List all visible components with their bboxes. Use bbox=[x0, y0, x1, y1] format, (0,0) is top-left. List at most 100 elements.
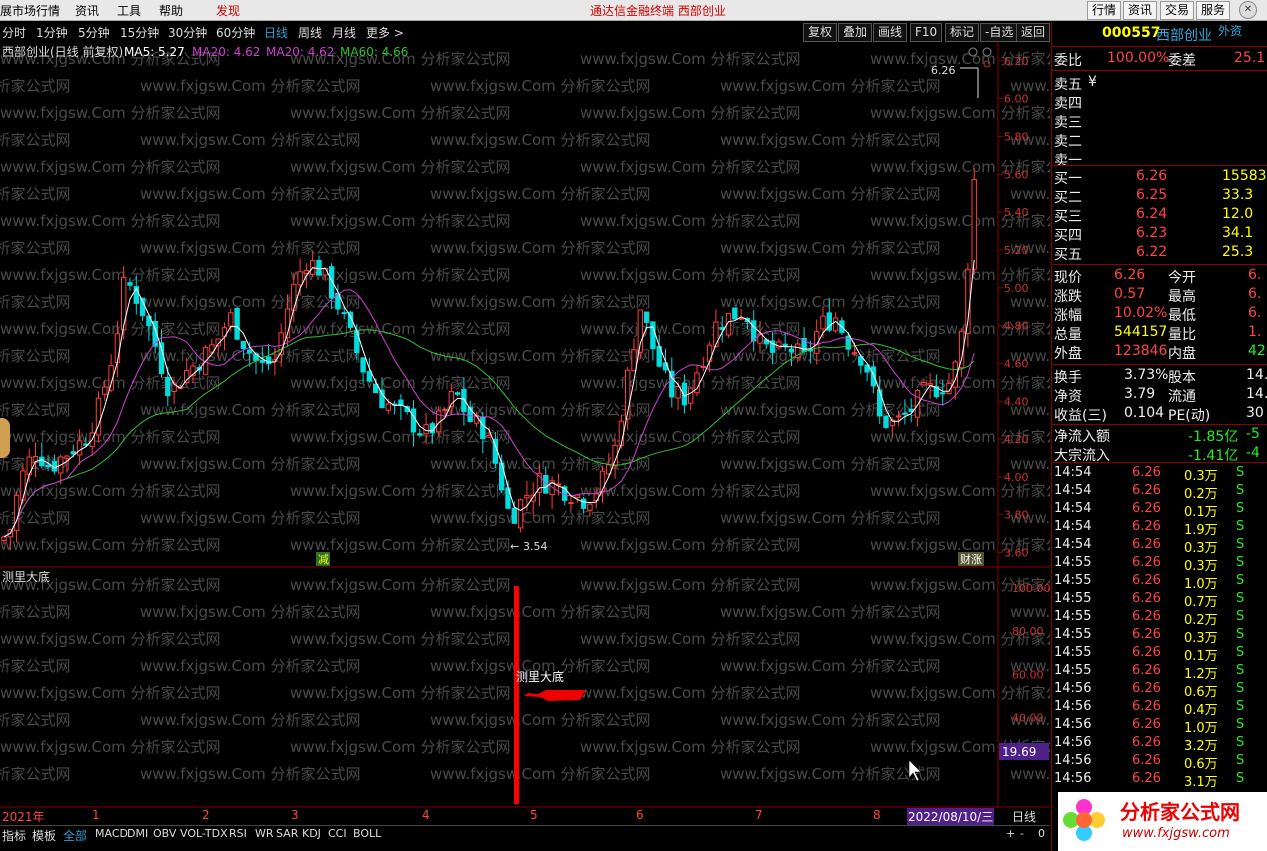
tab-template[interactable]: 模板 bbox=[32, 827, 56, 844]
zoom-in-button[interactable]: + bbox=[1006, 827, 1015, 840]
sell-level-label: 卖一 bbox=[1054, 153, 1082, 169]
watermark-text: www.fxjgsw.Com 分析家公式网 bbox=[580, 50, 801, 68]
tick-row: 14:55 6.26 1.0万 S bbox=[1052, 573, 1267, 592]
period-day[interactable]: 日线 bbox=[264, 24, 288, 41]
buy-level-label: 买一 bbox=[1054, 171, 1082, 187]
price-label: 4.00 bbox=[1004, 471, 1029, 484]
candle-body bbox=[114, 333, 121, 364]
tab-sar[interactable]: SAR bbox=[276, 827, 298, 840]
menu-tools[interactable]: 工具 bbox=[117, 2, 141, 19]
candle-body bbox=[650, 321, 656, 350]
tick-volume: 1.9万 bbox=[1184, 523, 1218, 538]
tick-price: 6.26 bbox=[1132, 717, 1161, 732]
btn-trade[interactable]: 交易 bbox=[1160, 1, 1195, 20]
tab-cci[interactable]: CCI bbox=[328, 827, 347, 840]
tick-time: 14:54 bbox=[1054, 465, 1092, 480]
event-tag-left[interactable]: 减 bbox=[318, 553, 329, 566]
tab-rsi[interactable]: RSI bbox=[229, 827, 247, 840]
period-1min[interactable]: 1分钟 bbox=[36, 24, 68, 41]
stat-value: 10.02% bbox=[1114, 305, 1168, 321]
stat-value: 3.79 bbox=[1124, 386, 1156, 402]
watermark-text: www.fxjgsw.Com 分析家公式网 bbox=[430, 185, 651, 203]
stat-label: 今开 bbox=[1168, 270, 1196, 286]
watermark-text: www.fxjgsw.Com 分析家公式网 bbox=[140, 603, 361, 621]
weibi-value: 100.00% bbox=[1107, 50, 1170, 66]
tick-time: 14:55 bbox=[1054, 627, 1092, 642]
indicator-chart[interactable]: www.fxjgsw.Com 分析家公式网 www.fxjgsw.Com 分析家公… bbox=[0, 568, 1050, 808]
candle-body bbox=[76, 440, 83, 456]
buy-level-volume: 33.3 bbox=[1222, 187, 1254, 203]
period-15min[interactable]: 15分钟 bbox=[120, 24, 159, 41]
period-more[interactable]: 更多 > bbox=[366, 24, 404, 41]
indicator-tab-bar: 指标 模板 全部 MACD DMI OBV VOL-TDX RSI WR SAR… bbox=[0, 825, 1050, 844]
candle-body bbox=[524, 494, 530, 499]
btn-info[interactable]: 资讯 bbox=[1123, 1, 1158, 20]
btn-mark[interactable]: 标记 bbox=[945, 23, 980, 42]
btn-overlay[interactable]: 叠加 bbox=[838, 23, 873, 42]
btn-quotes[interactable]: 行情 bbox=[1087, 1, 1122, 20]
tick-price: 6.26 bbox=[1132, 537, 1161, 552]
tab-wr[interactable]: WR bbox=[255, 827, 274, 840]
tab-vol-tdx[interactable]: VOL-TDX bbox=[180, 827, 228, 840]
period-60min[interactable]: 60分钟 bbox=[216, 24, 255, 41]
watermark-text: www.fxjgsw.Com 分析家公式网 bbox=[720, 657, 941, 675]
tick-time: 14:55 bbox=[1054, 663, 1092, 678]
stat-value: 6. bbox=[1248, 267, 1262, 283]
buy-level: 买三 6.24 12.0 bbox=[1052, 206, 1267, 225]
buy-level: 买二 6.25 33.3 bbox=[1052, 187, 1267, 206]
tab-all[interactable]: 全部 bbox=[63, 827, 87, 844]
period-month[interactable]: 月线 bbox=[332, 24, 356, 41]
kline-chart[interactable]: www.fxjgsw.Com 分析家公式网 www.fxjgsw.Com 分析家公… bbox=[0, 42, 1050, 568]
watermark-text: www.fxjgsw.Com 分析家公式网 bbox=[140, 293, 361, 311]
btn-remove-watch[interactable]: -自选 bbox=[980, 23, 1019, 42]
btn-fuquan[interactable]: 复权 bbox=[803, 23, 838, 42]
layout-button[interactable]: 0 bbox=[1038, 827, 1045, 840]
btn-f10[interactable]: F10 bbox=[910, 23, 943, 42]
zoom-out-button[interactable]: - bbox=[1020, 827, 1024, 840]
indicator-label: 测里大底 bbox=[516, 669, 564, 684]
tab-macd[interactable]: MACD bbox=[95, 827, 128, 840]
period-week[interactable]: 周线 bbox=[298, 24, 322, 41]
stat-row: 收益(三) 0.104 PE(动) 30 bbox=[1052, 405, 1267, 424]
logo-url: www.fxjgsw.com bbox=[1122, 826, 1230, 841]
tick-volume: 3.1万 bbox=[1184, 775, 1218, 790]
btn-back[interactable]: 返回 bbox=[1016, 23, 1050, 42]
watermark-text: www.fxjgsw.Com 分析家公式网 bbox=[0, 104, 221, 122]
watermark-text: www.fxjgsw.Com 分析家公式网 bbox=[720, 765, 941, 783]
menu-discover[interactable]: 发现 bbox=[216, 2, 240, 19]
tick-price: 6.26 bbox=[1132, 465, 1161, 480]
menu-news[interactable]: 资讯 bbox=[75, 2, 99, 19]
tab-dmi[interactable]: DMI bbox=[127, 827, 148, 840]
watermark-text: www.fxjgsw.Com 分析家公式网 bbox=[290, 576, 511, 594]
tab-kdj[interactable]: KDJ bbox=[302, 827, 321, 840]
stat-label: 涨跌 bbox=[1054, 289, 1082, 305]
watermark-text: www.fxjgsw.Com 分析家公式网 bbox=[290, 104, 511, 122]
tick-row: 14:54 6.26 0.1万 S bbox=[1052, 501, 1267, 520]
close-icon[interactable]: ✕ bbox=[1239, 1, 1257, 19]
tab-obv[interactable]: OBV bbox=[153, 827, 176, 840]
stat-value: 0.104 bbox=[1124, 405, 1165, 421]
period-30min[interactable]: 30分钟 bbox=[168, 24, 207, 41]
indicator-name: 测里大底 bbox=[2, 569, 50, 584]
watermark-text: www.fxjgsw.Com 分析家公式网 bbox=[0, 77, 71, 95]
buy-level-label: 买二 bbox=[1054, 190, 1082, 206]
menu-help[interactable]: 帮助 bbox=[159, 2, 183, 19]
stat-value: 0.57 bbox=[1114, 286, 1146, 302]
candle-body bbox=[1, 536, 7, 542]
menu-market[interactable]: 展市场行情 bbox=[0, 2, 60, 19]
btn-draw[interactable]: 画线 bbox=[873, 23, 908, 42]
menu-bar: 展市场行情 资讯 工具 帮助 发现 通达信金融终端 西部创业 行情 资讯 交易 … bbox=[0, 0, 1267, 21]
tab-indicator[interactable]: 指标 bbox=[2, 827, 26, 844]
tick-side: S bbox=[1236, 537, 1245, 552]
buy-level-label: 买五 bbox=[1054, 247, 1082, 263]
tab-boll[interactable]: BOLL bbox=[353, 827, 381, 840]
period-5min[interactable]: 5分钟 bbox=[78, 24, 110, 41]
watermark-text: www.fxjgsw.Com 分析家公式网 bbox=[0, 212, 221, 230]
watermark-text: www.fxjgsw.Com 分析家公式网 bbox=[870, 482, 1050, 500]
event-tag-right[interactable]: 财涨 bbox=[960, 552, 982, 566]
left-expand-handle[interactable] bbox=[0, 418, 10, 458]
weicha-label: 委差 bbox=[1168, 53, 1196, 69]
period-fenshi[interactable]: 分时 bbox=[2, 24, 26, 41]
btn-service[interactable]: 服务 bbox=[1196, 1, 1231, 20]
watermark-text: www.fxjgsw.Com 分析家公式网 bbox=[290, 482, 511, 500]
